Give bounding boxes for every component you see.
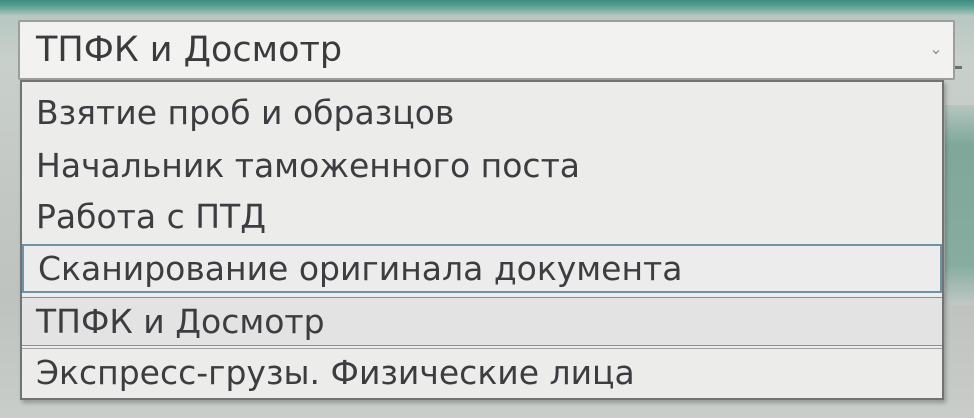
role-select[interactable]: ТПФК и Досмотр ⌄	[18, 20, 955, 80]
list-item[interactable]: Работа с ПТД	[22, 192, 942, 241]
role-select-value: ТПФК и Досмотр	[36, 30, 343, 70]
list-item-selected[interactable]: ТПФК и Досмотр	[22, 297, 942, 346]
list-item-hovered[interactable]: Сканирование оригинала документа	[22, 244, 942, 293]
list-item[interactable]: Начальник таможенного поста	[22, 141, 942, 190]
role-dropdown-list: Взятие проб и образцов Начальник таможен…	[20, 80, 944, 400]
background-panel	[945, 105, 974, 305]
list-item[interactable]: Взятие проб и образцов	[22, 88, 942, 137]
divider	[955, 66, 962, 69]
chevron-down-icon[interactable]: ⌄	[929, 40, 943, 58]
list-item[interactable]: Экспресс-грузы. Физические лица	[22, 348, 942, 397]
